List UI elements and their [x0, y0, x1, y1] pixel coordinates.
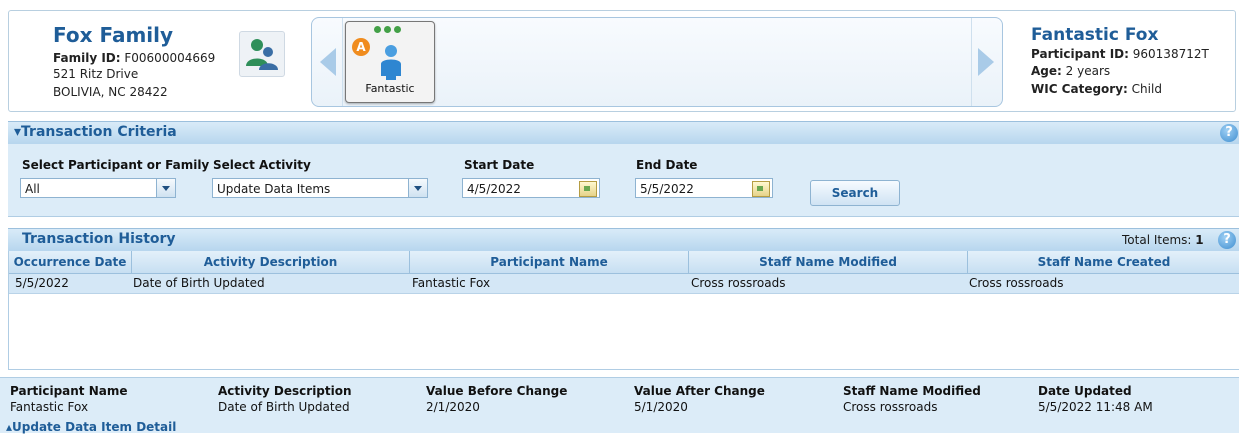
participant-select-label: Select Participant or Family — [22, 158, 210, 172]
start-date-label: Start Date — [464, 158, 535, 172]
calendar-icon[interactable] — [752, 181, 770, 197]
participant-name: Fantastic Fox — [1031, 25, 1159, 45]
detail-value: Date of Birth Updated — [218, 400, 350, 414]
column-header[interactable]: Activity Description — [132, 251, 410, 273]
history-title: Transaction History — [22, 231, 176, 247]
participant-card[interactable]: A Fantastic — [345, 21, 435, 103]
detail-label: Value Before Change — [426, 384, 568, 398]
detail-panel: Participant Name Fantastic Fox Activity … — [0, 377, 1239, 434]
status-dot — [374, 26, 381, 33]
detail-label: Staff Name Modified — [843, 384, 981, 398]
carousel-next-icon[interactable] — [978, 48, 994, 76]
family-id: Family ID: F00600004669 — [53, 51, 216, 65]
carousel-prev-icon[interactable] — [320, 48, 336, 76]
search-button[interactable]: Search — [810, 180, 900, 206]
participant-badge: A — [352, 38, 370, 56]
participant-age: Age: 2 years — [1031, 64, 1111, 78]
start-date-field[interactable]: 4/5/2022 — [462, 178, 600, 198]
history-section-header: Transaction History Total Items: 1 ? — [8, 228, 1239, 252]
help-icon[interactable]: ? — [1220, 124, 1238, 142]
history-table: Occurrence Date Activity Description Par… — [8, 251, 1239, 370]
family-members-icon — [246, 39, 278, 70]
collapse-triangle-icon: ▾ — [14, 124, 22, 140]
end-date-field[interactable]: 5/5/2022 — [635, 178, 773, 198]
cell-staff-modified: Cross rossroads — [691, 276, 786, 290]
detail-label: Activity Description — [218, 384, 352, 398]
participant-category: WIC Category: Child — [1031, 82, 1162, 96]
family-address-line1: 521 Ritz Drive — [53, 67, 139, 81]
family-header: Fox Family Family ID: F00600004669 521 R… — [8, 10, 1236, 112]
column-header[interactable]: Staff Name Modified — [689, 251, 968, 273]
detail-label: Participant Name — [10, 384, 128, 398]
participant-card-name: Fantastic — [365, 82, 415, 95]
total-items: Total Items: 1 — [1122, 233, 1204, 247]
status-dot — [394, 26, 401, 33]
detail-label: Value After Change — [634, 384, 765, 398]
cell-staff-created: Cross rossroads — [969, 276, 1064, 290]
participant-select[interactable]: All — [20, 178, 176, 198]
detail-value: Fantastic Fox — [10, 400, 89, 414]
chevron-down-icon[interactable] — [156, 179, 175, 197]
detail-value: 2/1/2020 — [426, 400, 480, 414]
detail-value: 5/5/2022 11:48 AM — [1038, 400, 1153, 414]
activity-select-label: Select Activity — [213, 158, 311, 172]
detail-value: Cross rossroads — [843, 400, 938, 414]
cell-occurrence-date: 5/5/2022 — [15, 276, 69, 290]
table-row[interactable]: 5/5/2022 Date of Birth Updated Fantastic… — [9, 274, 1239, 294]
criteria-title: ▾Transaction Criteria — [14, 124, 177, 140]
participant-id: Participant ID: 960138712T — [1031, 47, 1209, 61]
calendar-icon[interactable] — [579, 181, 597, 197]
criteria-section-header[interactable]: ▾Transaction Criteria ? — [8, 121, 1239, 145]
table-header: Occurrence Date Activity Description Par… — [9, 251, 1239, 274]
cell-participant-name: Fantastic Fox — [412, 276, 491, 290]
detail-value: 5/1/2020 — [634, 400, 688, 414]
status-dot — [384, 26, 391, 33]
family-members-button[interactable] — [239, 31, 285, 77]
family-title: Fox Family — [53, 23, 174, 47]
column-header[interactable]: Occurrence Date — [9, 251, 132, 273]
child-person-icon — [381, 45, 401, 80]
family-address-line2: BOLIVIA, NC 28422 — [53, 85, 168, 99]
column-header[interactable]: Participant Name — [410, 251, 689, 273]
chevron-down-icon[interactable] — [408, 179, 427, 197]
detail-label: Date Updated — [1038, 384, 1132, 398]
cell-activity-description: Date of Birth Updated — [133, 276, 265, 290]
end-date-label: End Date — [636, 158, 698, 172]
help-icon[interactable]: ? — [1218, 231, 1236, 249]
criteria-panel: Select Participant or Family All Select … — [8, 144, 1239, 217]
column-header[interactable]: Staff Name Created — [968, 251, 1239, 273]
activity-select[interactable]: Update Data Items — [212, 178, 428, 198]
